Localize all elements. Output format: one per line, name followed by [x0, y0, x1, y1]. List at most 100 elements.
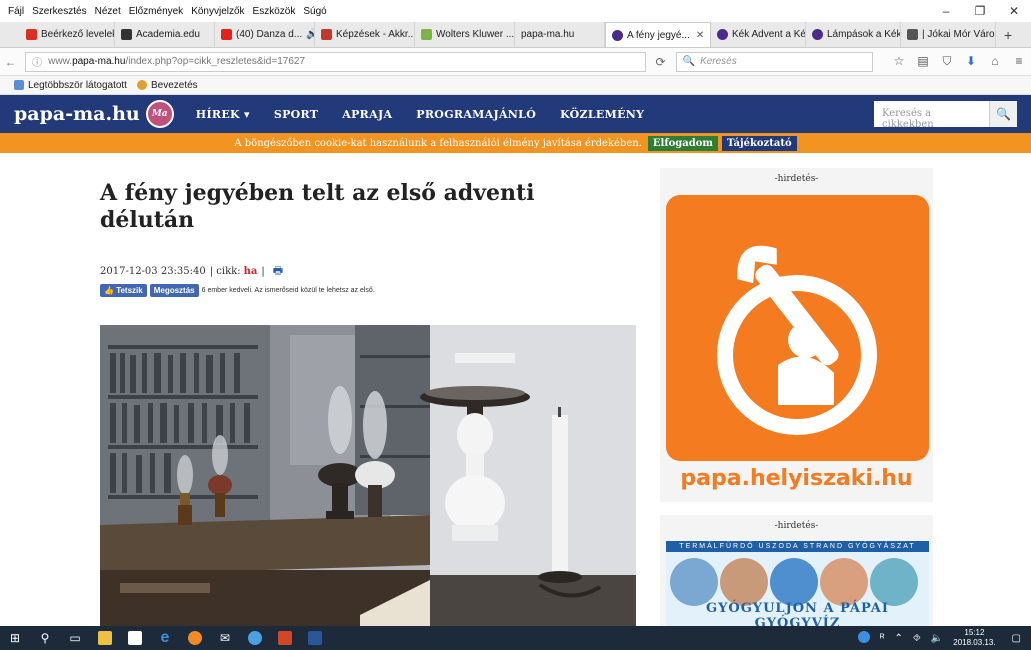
tab[interactable]: Beérkező levelek...: [20, 22, 115, 47]
menu-sport[interactable]: SPORT: [274, 108, 318, 121]
tab[interactable]: Képzések - Akkr...: [315, 22, 415, 47]
notifications-icon[interactable]: ▢: [1012, 633, 1021, 644]
tab-label: (40) Danza d...: [236, 29, 303, 40]
reload-icon[interactable]: ⟳: [656, 55, 666, 69]
firefox-icon: [136, 80, 147, 90]
clipboard-icon[interactable]: ▤: [911, 54, 935, 69]
tab-label: Képzések - Akkr...: [336, 29, 415, 40]
task-view-icon[interactable]: ▭: [60, 626, 90, 650]
speaker-icon[interactable]: 🔊: [306, 29, 314, 40]
bookmark-most-visited[interactable]: Legtöbbször látogatott: [14, 80, 127, 91]
minimize-button[interactable]: –: [929, 0, 963, 22]
menu-view[interactable]: Nézet: [95, 6, 121, 17]
tab-label: Wolters Kluwer ...: [436, 29, 515, 40]
menu-bookmarks[interactable]: Könyvjelzők: [191, 6, 244, 17]
back-arrow-icon[interactable]: ←: [0, 55, 21, 69]
youtube-icon: [221, 29, 232, 40]
like-label: Tetszik: [116, 286, 143, 295]
cookie-text: A böngészőben cookie-kat használunk a fe…: [234, 137, 642, 149]
info-icon[interactable]: ⓘ: [32, 54, 42, 69]
menu-history[interactable]: Előzmények: [129, 6, 183, 17]
close-tab-icon[interactable]: ✕: [696, 30, 704, 41]
search-icon[interactable]: ⚲: [30, 626, 60, 650]
ad-label: -hirdetés-: [774, 174, 819, 184]
site-icon: [612, 29, 623, 41]
print-icon[interactable]: 🖶: [273, 262, 283, 281]
facebook-share-button[interactable]: Megosztás: [149, 284, 199, 297]
new-tab-button[interactable]: +: [996, 22, 1020, 47]
ad-banner-helyiszaki[interactable]: [666, 195, 929, 461]
file-explorer-icon[interactable]: [90, 626, 120, 650]
close-window-button[interactable]: ✕: [997, 0, 1031, 22]
star-icon[interactable]: ☆: [887, 54, 911, 69]
site-search-button[interactable]: 🔍: [989, 101, 1017, 127]
facebook-like-button[interactable]: 👍 Tetszik: [100, 284, 147, 297]
maximize-button[interactable]: ❐: [963, 0, 997, 22]
network-icon[interactable]: ⯑: [913, 633, 921, 644]
chevron-up-icon[interactable]: ⌃: [895, 633, 903, 644]
home-icon[interactable]: ⌂: [983, 54, 1007, 69]
menu-ads[interactable]: APRAJA: [342, 108, 392, 121]
site-search-input[interactable]: Keresés a cikkekben: [874, 101, 989, 130]
menu-file[interactable]: Fájl: [8, 6, 24, 17]
tab[interactable]: Wolters Kluwer ...: [415, 22, 515, 47]
article-author[interactable]: ha: [244, 266, 258, 277]
navigation-bar: ← ⓘ www. papa-ma.hu/index.php?op=cikk_res…: [0, 48, 1031, 76]
site-icon: [421, 29, 432, 40]
social-buttons: 👍 Tetszik Megosztás 6 ember kedveli. Az …: [100, 284, 375, 297]
menu-announcements[interactable]: KÖZLEMÉNY: [560, 108, 644, 121]
menu-help[interactable]: Súgó: [303, 6, 326, 17]
photos-icon[interactable]: [240, 626, 270, 650]
edge-icon[interactable]: e: [150, 626, 180, 650]
bookmark-label: Legtöbbször látogatott: [28, 79, 127, 91]
tab[interactable]: Kék Advent a Ké...: [711, 22, 806, 47]
clock[interactable]: 15:12 2018.03.13.: [953, 628, 995, 648]
menu-tools[interactable]: Eszközök: [253, 6, 296, 17]
oil-lamps-photo: [100, 325, 636, 626]
menu-programs[interactable]: PROGRAMAJÁNLÓ: [416, 108, 536, 121]
cookie-info-button[interactable]: Tájékoztató: [722, 135, 797, 151]
academia-icon: [121, 29, 132, 40]
help-icon[interactable]: [858, 630, 871, 646]
hamburger-menu-icon[interactable]: ≡: [1007, 54, 1031, 69]
cookie-banner: A böngészőben cookie-kat használunk a fe…: [0, 133, 1031, 153]
tab-label: Beérkező levelek...: [41, 29, 114, 40]
download-icon[interactable]: ⬇: [959, 54, 983, 69]
site-logo[interactable]: papa-ma.hu Ma: [14, 100, 174, 128]
meta-separator: |: [261, 266, 265, 277]
search-bar[interactable]: 🔍 Keresés: [675, 51, 873, 72]
bookmark-intro[interactable]: Bevezetés: [136, 80, 198, 91]
gmail-icon: [26, 29, 37, 40]
bookmark-icon: [14, 80, 24, 90]
mail-icon[interactable]: ✉: [210, 626, 240, 650]
pocket-icon[interactable]: ⛉: [935, 54, 959, 69]
article-title: A fény jegyében telt az első adventi dél…: [100, 180, 535, 233]
article-date: 2017-12-03 23:35:40: [100, 266, 206, 277]
powerpoint-icon[interactable]: [270, 626, 300, 650]
tab[interactable]: Lámpások a Kék...: [806, 22, 901, 47]
store-icon[interactable]: [120, 626, 150, 650]
tab[interactable]: | Jókai Mór Váro...: [901, 22, 996, 47]
windows-taskbar: ⊞ ⚲ ▭ e ✉ ᴿ ⌃ ⯑ 🔈 15:12 2018.03.13. ▢: [0, 626, 1031, 650]
tab-active[interactable]: A fény jegyé... ✕: [605, 22, 711, 47]
tab[interactable]: (40) Danza d...🔊: [215, 22, 315, 47]
tab-label: | Jókai Mór Váro...: [922, 29, 996, 40]
menu-news[interactable]: HÍREK ▾: [196, 108, 250, 121]
windows-start-icon[interactable]: ⊞: [0, 626, 30, 650]
wrench-logo-icon: [717, 245, 877, 435]
tab[interactable]: Academia.edu: [115, 22, 215, 47]
people-icon[interactable]: ᴿ: [880, 633, 885, 644]
window-controls: – ❐ ✕: [929, 0, 1031, 22]
ad-banner-bath[interactable]: TERMÁLFÜRDŐ USZODA STRAND GYÓGYÁSZAT GYÓ…: [666, 541, 929, 626]
tab[interactable]: papa-ma.hu: [515, 22, 605, 47]
article-photo[interactable]: [100, 325, 636, 626]
menu-edit[interactable]: Szerkesztés: [32, 6, 86, 17]
sidebar-ad-2: -hirdetés- TERMÁLFÜRDŐ USZODA STRAND GYÓ…: [660, 515, 933, 626]
tab-label: Lámpások a Kék...: [827, 29, 901, 40]
volume-icon[interactable]: 🔈: [931, 633, 943, 644]
url-bar[interactable]: ⓘ www. papa-ma.hu/index.php?op=cikk_reszl…: [25, 51, 646, 72]
cookie-accept-button[interactable]: Elfogadom: [647, 135, 719, 151]
ad-domain-text[interactable]: papa.helyiszaki.hu: [660, 466, 933, 491]
firefox-icon[interactable]: [180, 626, 210, 650]
word-icon[interactable]: [300, 626, 330, 650]
